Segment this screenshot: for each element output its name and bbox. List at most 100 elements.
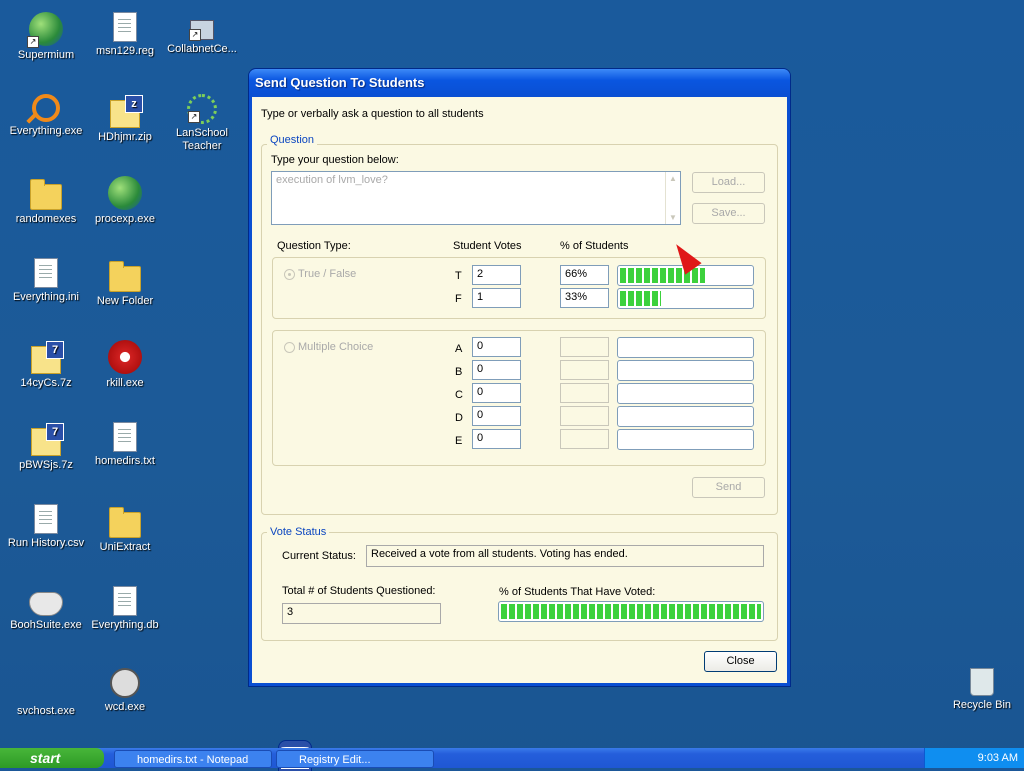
desktop-icon-supermium[interactable]: ↗ Supermium bbox=[7, 12, 85, 62]
mc-progress-bar bbox=[617, 429, 754, 450]
mc-votes-input[interactable]: 0 bbox=[472, 360, 521, 380]
desktop-icon-wcd[interactable]: wcd.exe bbox=[86, 668, 164, 714]
text-file-icon bbox=[34, 504, 58, 534]
db-file-icon bbox=[113, 586, 137, 616]
desktop-icon-everything-exe[interactable]: Everything.exe bbox=[7, 94, 85, 138]
process-explorer-icon bbox=[108, 176, 142, 210]
mc-progress-bar bbox=[617, 406, 754, 427]
mc-votes-input[interactable]: 0 bbox=[472, 383, 521, 403]
start-button[interactable]: start bbox=[0, 748, 104, 768]
mc-percent-field bbox=[560, 383, 609, 403]
current-status-label: Current Status: bbox=[282, 550, 356, 562]
desktop-icon-label: svchost.exe bbox=[16, 705, 76, 717]
send-question-dialog: Send Question To Students Type or verbal… bbox=[249, 69, 790, 686]
7z-archive-icon: 7 bbox=[31, 341, 64, 374]
desktop-icon-label: procexp.exe bbox=[95, 213, 155, 225]
desktop-icon-pbwsjs[interactable]: 7 pBWSjs.7z bbox=[7, 422, 85, 472]
mc-progress-bar bbox=[617, 383, 754, 404]
true-false-label: True / False bbox=[298, 268, 357, 280]
question-prompt-label: Type your question below: bbox=[271, 154, 399, 166]
mc-percent-field bbox=[560, 360, 609, 380]
true-false-radio[interactable] bbox=[284, 269, 295, 280]
scroll-down-icon[interactable]: ▼ bbox=[669, 213, 677, 222]
mc-progress-bar bbox=[617, 360, 754, 381]
desktop-icon-lanschool[interactable]: ↗ LanSchool Teacher bbox=[163, 94, 241, 153]
vote-status-title: Vote Status bbox=[267, 526, 330, 538]
desktop-icon-hdhjmr[interactable]: z HDhjmr.zip bbox=[86, 94, 164, 144]
desktop-icon-label: randomexes bbox=[15, 213, 77, 225]
desktop-icon-label: msn129.reg bbox=[95, 45, 155, 57]
mc-votes-input[interactable]: 0 bbox=[472, 429, 521, 449]
folder-icon bbox=[109, 261, 141, 292]
desktop-icon-boohsuite[interactable]: BoohSuite.exe bbox=[7, 586, 85, 632]
load-button[interactable]: Load... bbox=[692, 172, 765, 193]
send-button[interactable]: Send bbox=[692, 477, 765, 498]
desktop-icon-label: New Folder bbox=[96, 295, 154, 307]
desktop-icon-uniextract[interactable]: UniExtract bbox=[86, 504, 164, 554]
multiple-choice-label: Multiple Choice bbox=[298, 341, 374, 353]
desktop-icon-recycle-bin[interactable]: Recycle Bin bbox=[943, 668, 1021, 712]
tf-votes-input[interactable]: 1 bbox=[472, 288, 521, 308]
multiple-choice-radio[interactable] bbox=[284, 342, 295, 353]
scroll-up-icon[interactable]: ▲ bbox=[669, 174, 677, 183]
desktop-icon-everything-db[interactable]: Everything.db bbox=[86, 586, 164, 632]
desktop-icon-label: Run History.csv bbox=[7, 537, 85, 549]
tf-progress-bar bbox=[617, 288, 754, 309]
mc-votes-input[interactable]: 0 bbox=[472, 406, 521, 426]
close-button[interactable]: Close bbox=[704, 651, 777, 672]
voted-progress-bar bbox=[498, 601, 764, 622]
current-status-field: Received a vote from all students. Votin… bbox=[366, 545, 764, 567]
magnifier-icon bbox=[32, 94, 60, 122]
desktop-icon-label: UniExtract bbox=[99, 541, 151, 553]
mc-percent-field bbox=[560, 429, 609, 449]
desktop-icon-svchost[interactable]: svchost.exe bbox=[7, 668, 311, 771]
desktop-icon-msn129[interactable]: msn129.reg bbox=[86, 12, 164, 58]
save-button[interactable]: Save... bbox=[692, 203, 765, 224]
question-group-title: Question bbox=[267, 134, 318, 146]
desktop-icon-label: Everything.exe bbox=[9, 125, 83, 137]
film-reel-icon bbox=[110, 668, 140, 698]
desktop-icon-run-history[interactable]: Run History.csv bbox=[7, 504, 85, 550]
rkill-icon bbox=[108, 340, 142, 374]
desktop-icon-label: Supermium bbox=[17, 49, 75, 61]
desktop-icon-label: Recycle Bin bbox=[952, 699, 1012, 711]
desktop-icon-label: Everything.db bbox=[91, 619, 159, 631]
folder-icon bbox=[30, 179, 62, 210]
desktop-icon-everything-ini[interactable]: Everything.ini bbox=[7, 258, 85, 304]
folder-icon bbox=[109, 507, 141, 538]
recycle-bin-icon bbox=[970, 668, 994, 696]
progress-fill bbox=[620, 291, 661, 306]
gamepad-icon bbox=[29, 592, 63, 616]
taskbar-item-regedit[interactable]: Registry Edit... bbox=[276, 750, 434, 768]
desktop-icon-new-folder[interactable]: New Folder bbox=[86, 258, 164, 308]
desktop-icon-randomexes[interactable]: randomexes bbox=[7, 176, 85, 226]
desktop-icon-label: 14cyCs.7z bbox=[20, 377, 72, 389]
percent-students-header: % of Students bbox=[560, 240, 629, 252]
desktop-icon-label: wcd.exe bbox=[104, 701, 146, 713]
taskbar-item-notepad[interactable]: homedirs.txt - Notepad bbox=[114, 750, 272, 768]
dialog-titlebar[interactable]: Send Question To Students bbox=[249, 69, 790, 97]
taskbar: start homedirs.txt - Notepad Registry Ed… bbox=[0, 748, 1024, 768]
mc-votes-input[interactable]: 0 bbox=[472, 337, 521, 357]
desktop-icon-collabnet[interactable]: ↗ CollabnetCe... bbox=[163, 12, 241, 56]
question-text: execution of lvm_love? bbox=[276, 174, 388, 186]
desktop-icon-rkill[interactable]: rkill.exe bbox=[86, 340, 164, 390]
mc-letter: D bbox=[455, 412, 463, 424]
desktop-icon-label: CollabnetCe... bbox=[167, 43, 237, 55]
tf-votes-input[interactable]: 2 bbox=[472, 265, 521, 285]
dialog-title: Send Question To Students bbox=[255, 75, 425, 90]
desktop-icon-homedirs[interactable]: homedirs.txt bbox=[86, 422, 164, 468]
textarea-scrollbar[interactable]: ▲ ▼ bbox=[665, 172, 680, 224]
desktop-icon-label: rkill.exe bbox=[106, 377, 144, 389]
question-textarea[interactable]: execution of lvm_love? ▲ ▼ bbox=[271, 171, 681, 225]
network-computer-icon: ↗ bbox=[189, 20, 214, 41]
zip-icon: z bbox=[110, 95, 143, 128]
desktop-icon-14cycs[interactable]: 7 14cyCs.7z bbox=[7, 340, 85, 390]
settings-file-icon bbox=[34, 258, 58, 288]
registry-icon bbox=[113, 12, 137, 42]
desktop-icon-procexp[interactable]: procexp.exe bbox=[86, 176, 164, 226]
clock[interactable]: 9:03 AM bbox=[978, 752, 1018, 764]
text-file-icon bbox=[113, 422, 137, 452]
7z-archive-icon: 7 bbox=[31, 423, 64, 456]
browser-icon: ↗ bbox=[27, 12, 63, 48]
